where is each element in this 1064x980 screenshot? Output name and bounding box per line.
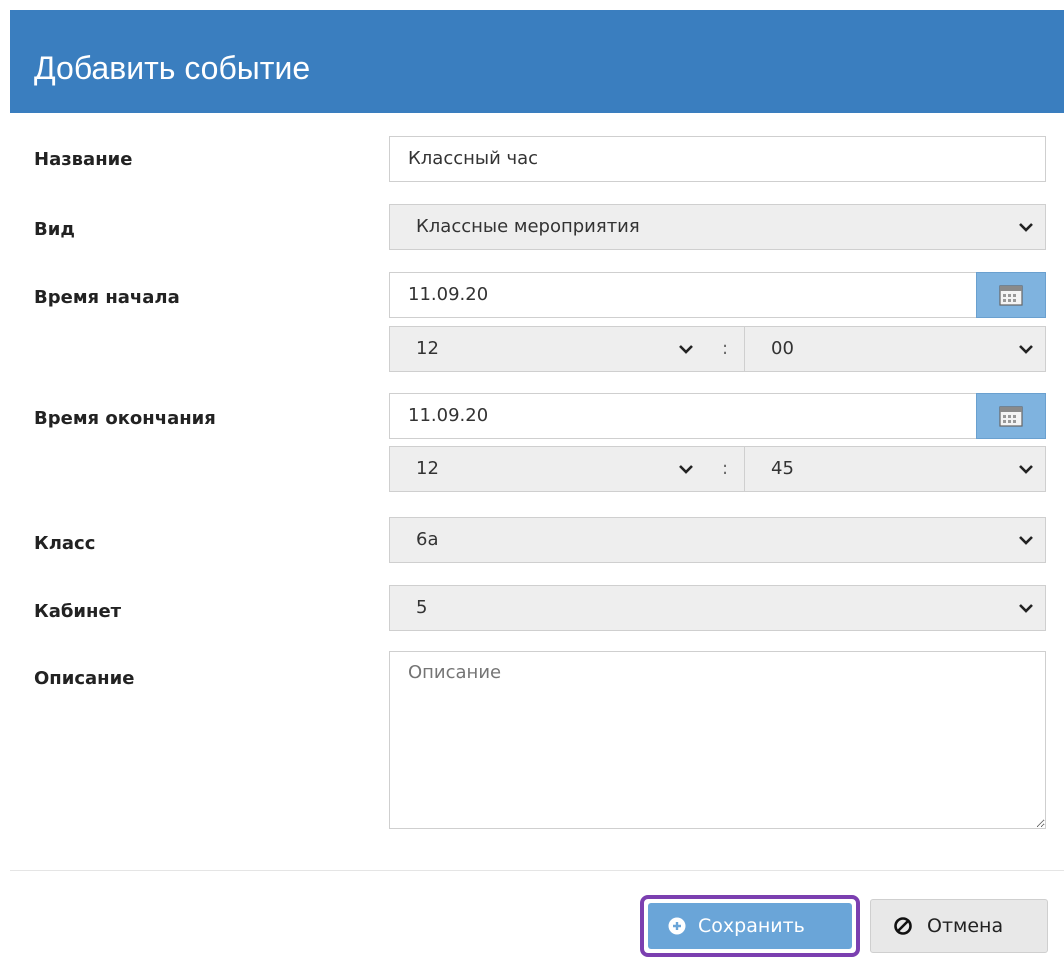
chevron-down-icon	[1019, 604, 1033, 613]
name-input[interactable]: Классный час	[389, 136, 1046, 182]
chevron-down-icon	[679, 345, 693, 354]
room-select-value: 5	[416, 597, 428, 618]
start-time-label: Время начала	[34, 287, 180, 308]
class-select[interactable]: 6а	[389, 517, 1046, 563]
start-hour-select[interactable]: 12	[389, 326, 706, 372]
end-calendar-button[interactable]	[976, 393, 1046, 439]
start-date-input[interactable]: 11.09.20	[389, 272, 977, 318]
chevron-down-icon	[1019, 536, 1033, 545]
footer-divider	[10, 870, 1064, 871]
end-time-label: Время окончания	[34, 408, 216, 429]
chevron-down-icon	[679, 465, 693, 474]
type-select[interactable]: Классные мероприятия	[389, 204, 1046, 250]
start-calendar-button[interactable]	[976, 272, 1046, 318]
chevron-down-icon	[1019, 345, 1033, 354]
chevron-down-icon	[1019, 223, 1033, 232]
end-minute-select[interactable]: 45	[744, 446, 1046, 492]
class-label: Класс	[34, 533, 96, 554]
end-minute-value: 45	[771, 458, 794, 479]
time-separator: :	[705, 326, 745, 372]
start-hour-value: 12	[416, 338, 439, 359]
time-separator: :	[705, 446, 745, 492]
start-minute-select[interactable]: 00	[744, 326, 1046, 372]
chevron-down-icon	[1019, 465, 1033, 474]
dialog-header: Добавить событие	[10, 10, 1064, 113]
cancel-button[interactable]: Отмена	[870, 899, 1048, 953]
description-label: Описание	[34, 668, 135, 689]
class-select-value: 6а	[416, 529, 439, 550]
plus-circle-icon	[668, 917, 686, 935]
save-button[interactable]: Сохранить	[648, 903, 852, 949]
save-button-label: Сохранить	[698, 915, 805, 937]
room-select[interactable]: 5	[389, 585, 1046, 631]
save-button-highlight: Сохранить	[640, 895, 860, 957]
cancel-button-label: Отмена	[927, 915, 1004, 937]
name-label: Название	[34, 149, 133, 170]
description-textarea[interactable]	[389, 651, 1046, 829]
calendar-icon	[999, 285, 1023, 306]
end-date-input[interactable]: 11.09.20	[389, 393, 977, 439]
start-minute-value: 00	[771, 338, 794, 359]
end-hour-value: 12	[416, 458, 439, 479]
dialog-title: Добавить событие	[34, 50, 311, 86]
calendar-icon	[999, 406, 1023, 427]
type-select-value: Классные мероприятия	[416, 216, 640, 237]
ban-icon	[894, 917, 912, 935]
end-hour-select[interactable]: 12	[389, 446, 706, 492]
room-label: Кабинет	[34, 601, 122, 622]
type-label: Вид	[34, 219, 75, 240]
